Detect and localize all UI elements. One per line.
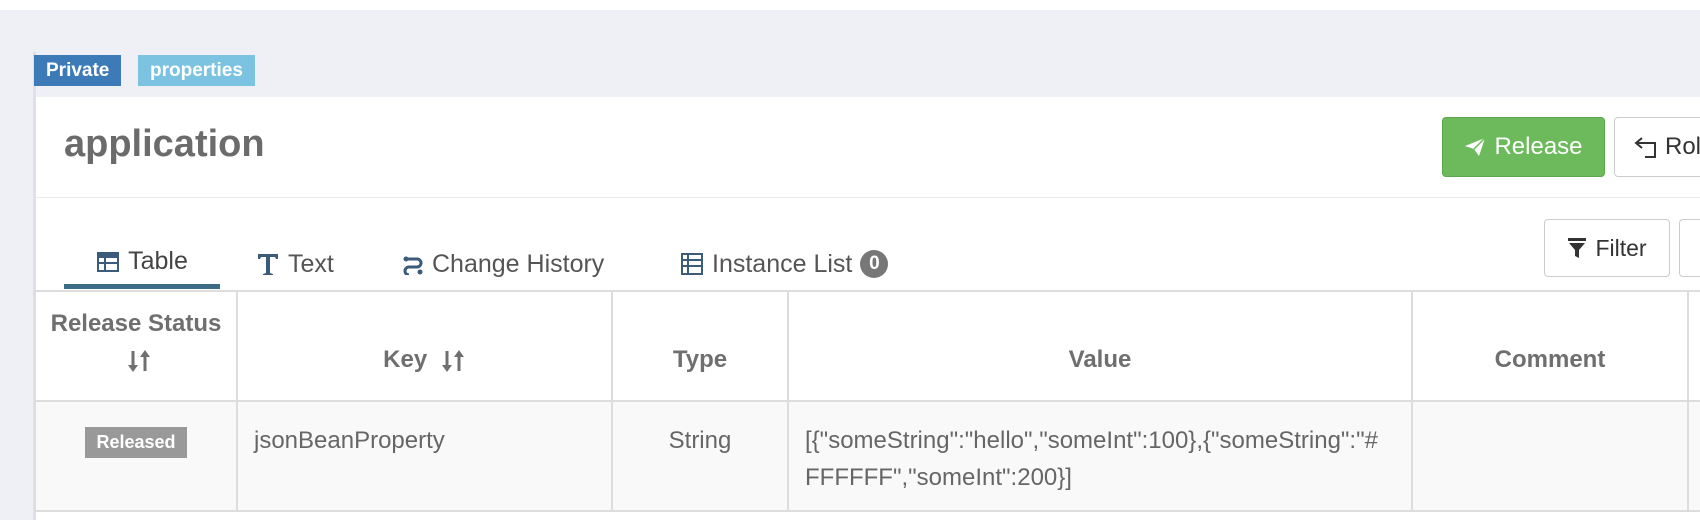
table-icon <box>97 251 120 272</box>
rollback-button[interactable]: Rol <box>1614 117 1700 177</box>
cell-key: jsonBeanProperty <box>236 400 613 512</box>
tab-instance-list[interactable]: Instance List 0 <box>680 239 889 289</box>
tab-text-label: Text <box>288 249 334 278</box>
cell-overflow <box>1687 400 1700 512</box>
namespace-title: application <box>64 123 265 165</box>
tab-table-label: Table <box>128 247 188 275</box>
header-overflow <box>1687 290 1700 402</box>
header-comment: Comment <box>1411 290 1689 402</box>
cell-value: [{"someString":"hello","someInt":100},{"… <box>787 400 1413 512</box>
instance-count-badge: 0 <box>860 250 889 278</box>
text-icon <box>258 254 278 275</box>
top-strip <box>0 0 1700 10</box>
filter-button-label: Filter <box>1595 234 1647 261</box>
sort-icon <box>128 349 150 372</box>
paper-plane-icon <box>1465 137 1486 156</box>
header-release-status-label: Release Status <box>50 310 222 337</box>
tab-change-history-label: Change History <box>432 249 605 278</box>
tab-text[interactable]: Text <box>256 239 334 289</box>
header-key-label: Key <box>383 346 428 373</box>
filter-button[interactable]: Filter <box>1544 219 1670 277</box>
header-divider <box>36 197 1700 198</box>
more-actions-button[interactable] <box>1679 219 1700 277</box>
config-table: Release Status Key Type Value Comment Re… <box>34 290 1700 512</box>
header-value: Value <box>787 290 1413 402</box>
instance-list-icon <box>681 253 703 275</box>
status-badge: Released <box>85 427 187 458</box>
release-button[interactable]: Release <box>1442 117 1605 177</box>
filter-icon <box>1568 238 1587 258</box>
format-label: properties <box>138 55 255 86</box>
release-button-label: Release <box>1494 133 1583 160</box>
table-header-row: Release Status Key Type Value Comment <box>34 290 1700 402</box>
undo-icon <box>1634 137 1656 158</box>
header-type: Type <box>611 290 789 402</box>
rollback-button-label: Rol <box>1665 133 1700 160</box>
header-release-status[interactable]: Release Status <box>34 290 238 402</box>
sort-icon <box>441 349 464 372</box>
cell-status: Released <box>34 400 238 512</box>
namespace-panel: application Release Rol Table Text Chang… <box>34 97 1700 520</box>
cell-type: String <box>611 400 789 512</box>
cell-comment <box>1411 400 1689 512</box>
tab-table[interactable]: Table <box>64 239 220 289</box>
tab-instance-list-label: Instance List <box>712 249 853 278</box>
history-icon <box>403 256 423 275</box>
private-label: Private <box>34 55 122 86</box>
header-key[interactable]: Key <box>236 290 613 402</box>
tab-change-history[interactable]: Change History <box>402 239 604 289</box>
table-row: Released jsonBeanProperty String [{"some… <box>34 400 1700 512</box>
